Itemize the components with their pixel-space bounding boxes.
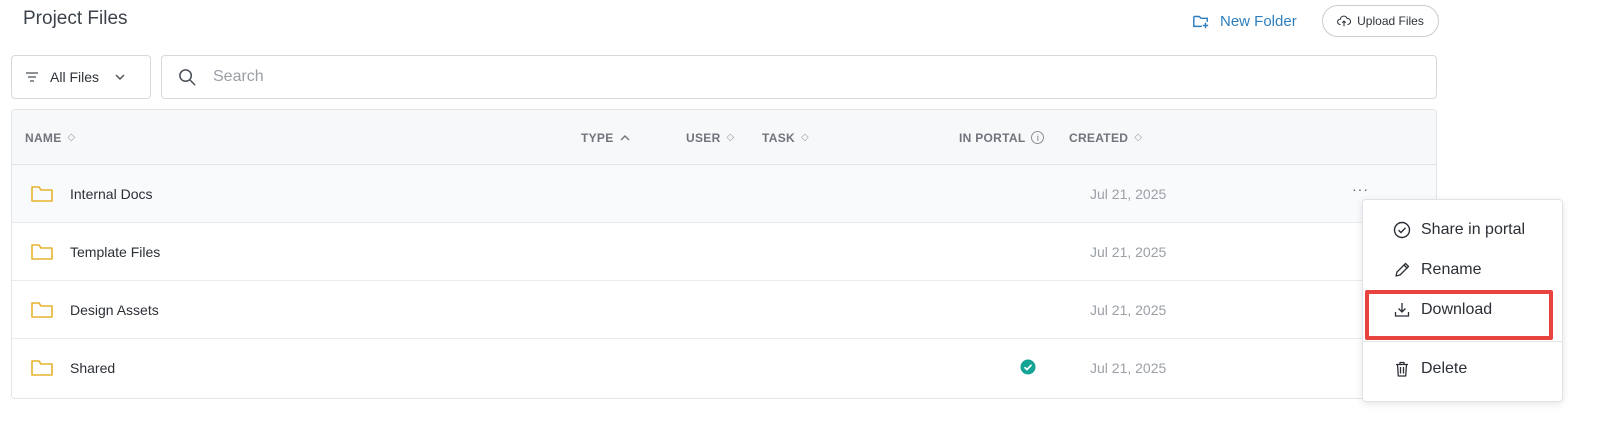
row-created: Jul 21, 2025 <box>1090 360 1167 376</box>
sort-icon: ◇ <box>1134 132 1143 143</box>
folder-icon <box>31 244 53 260</box>
row-name[interactable]: Design Assets <box>70 281 159 339</box>
folder-icon <box>31 186 53 202</box>
file-filter-select[interactable]: All Files <box>11 55 151 99</box>
sort-icon: ◇ <box>67 132 76 143</box>
pencil-icon <box>1395 262 1410 277</box>
chevron-up-icon <box>620 135 630 141</box>
column-header-name[interactable]: NAME ◇ <box>25 110 76 165</box>
folder-plus-icon <box>1193 15 1209 29</box>
filter-icon <box>26 72 38 82</box>
menu-item-rename[interactable]: Rename <box>1363 253 1562 287</box>
info-icon[interactable]: i <box>1031 131 1045 144</box>
new-folder-label: New Folder <box>1220 12 1297 30</box>
page-title: Project Files <box>23 8 128 29</box>
row-created: Jul 21, 2025 <box>1090 302 1167 318</box>
search-input[interactable] <box>213 68 1313 86</box>
column-header-created[interactable]: CREATED ◇ <box>1069 110 1142 165</box>
column-header-type[interactable]: TYPE <box>581 110 630 165</box>
trash-icon <box>1396 361 1408 377</box>
column-header-task[interactable]: TASK ◇ <box>762 110 809 165</box>
row-name[interactable]: Template Files <box>70 223 160 281</box>
sort-icon: ◇ <box>800 132 809 143</box>
files-table: NAME ◇ TYPE USER ◇ TASK ◇ IN PORTAL i CR… <box>11 109 1437 399</box>
upload-files-label: Upload Files <box>1357 14 1424 28</box>
cloud-upload-icon <box>1337 15 1352 27</box>
search-icon <box>179 68 196 86</box>
folder-icon <box>31 302 53 318</box>
download-icon <box>1394 303 1410 317</box>
table-header: NAME ◇ TYPE USER ◇ TASK ◇ IN PORTAL i CR… <box>12 110 1436 165</box>
row-created: Jul 21, 2025 <box>1090 244 1167 260</box>
table-row[interactable]: Design Assets Jul 21, 2025 <box>12 281 1436 339</box>
menu-item-share-in-portal[interactable]: Share in portal <box>1363 213 1562 247</box>
filter-value: All Files <box>50 69 100 85</box>
search-box <box>161 55 1437 99</box>
folder-icon <box>31 360 53 376</box>
row-actions-button[interactable]: ··· <box>1352 181 1369 197</box>
chevron-down-icon <box>115 74 125 80</box>
row-name[interactable]: Shared <box>70 339 115 397</box>
new-folder-button[interactable]: New Folder <box>1192 9 1297 33</box>
sort-icon: ◇ <box>726 132 735 143</box>
context-menu: Share in portal Rename Download Delete <box>1362 199 1563 402</box>
row-name[interactable]: Internal Docs <box>70 165 152 223</box>
check-circle-icon <box>1020 359 1036 375</box>
table-row[interactable]: Template Files Jul 21, 2025 <box>12 223 1436 281</box>
menu-item-download[interactable]: Download <box>1363 293 1562 327</box>
table-row[interactable]: Shared Jul 21, 2025 <box>12 339 1436 397</box>
table-row[interactable]: Internal Docs Jul 21, 2025 ··· <box>12 165 1436 223</box>
menu-divider <box>1363 341 1562 342</box>
row-created: Jul 21, 2025 <box>1090 186 1167 202</box>
column-header-in-portal[interactable]: IN PORTAL i <box>959 110 1045 165</box>
upload-files-button[interactable]: Upload Files <box>1322 5 1439 37</box>
menu-item-delete[interactable]: Delete <box>1363 352 1562 386</box>
check-circle-icon <box>1393 221 1411 239</box>
column-header-user[interactable]: USER ◇ <box>686 110 735 165</box>
